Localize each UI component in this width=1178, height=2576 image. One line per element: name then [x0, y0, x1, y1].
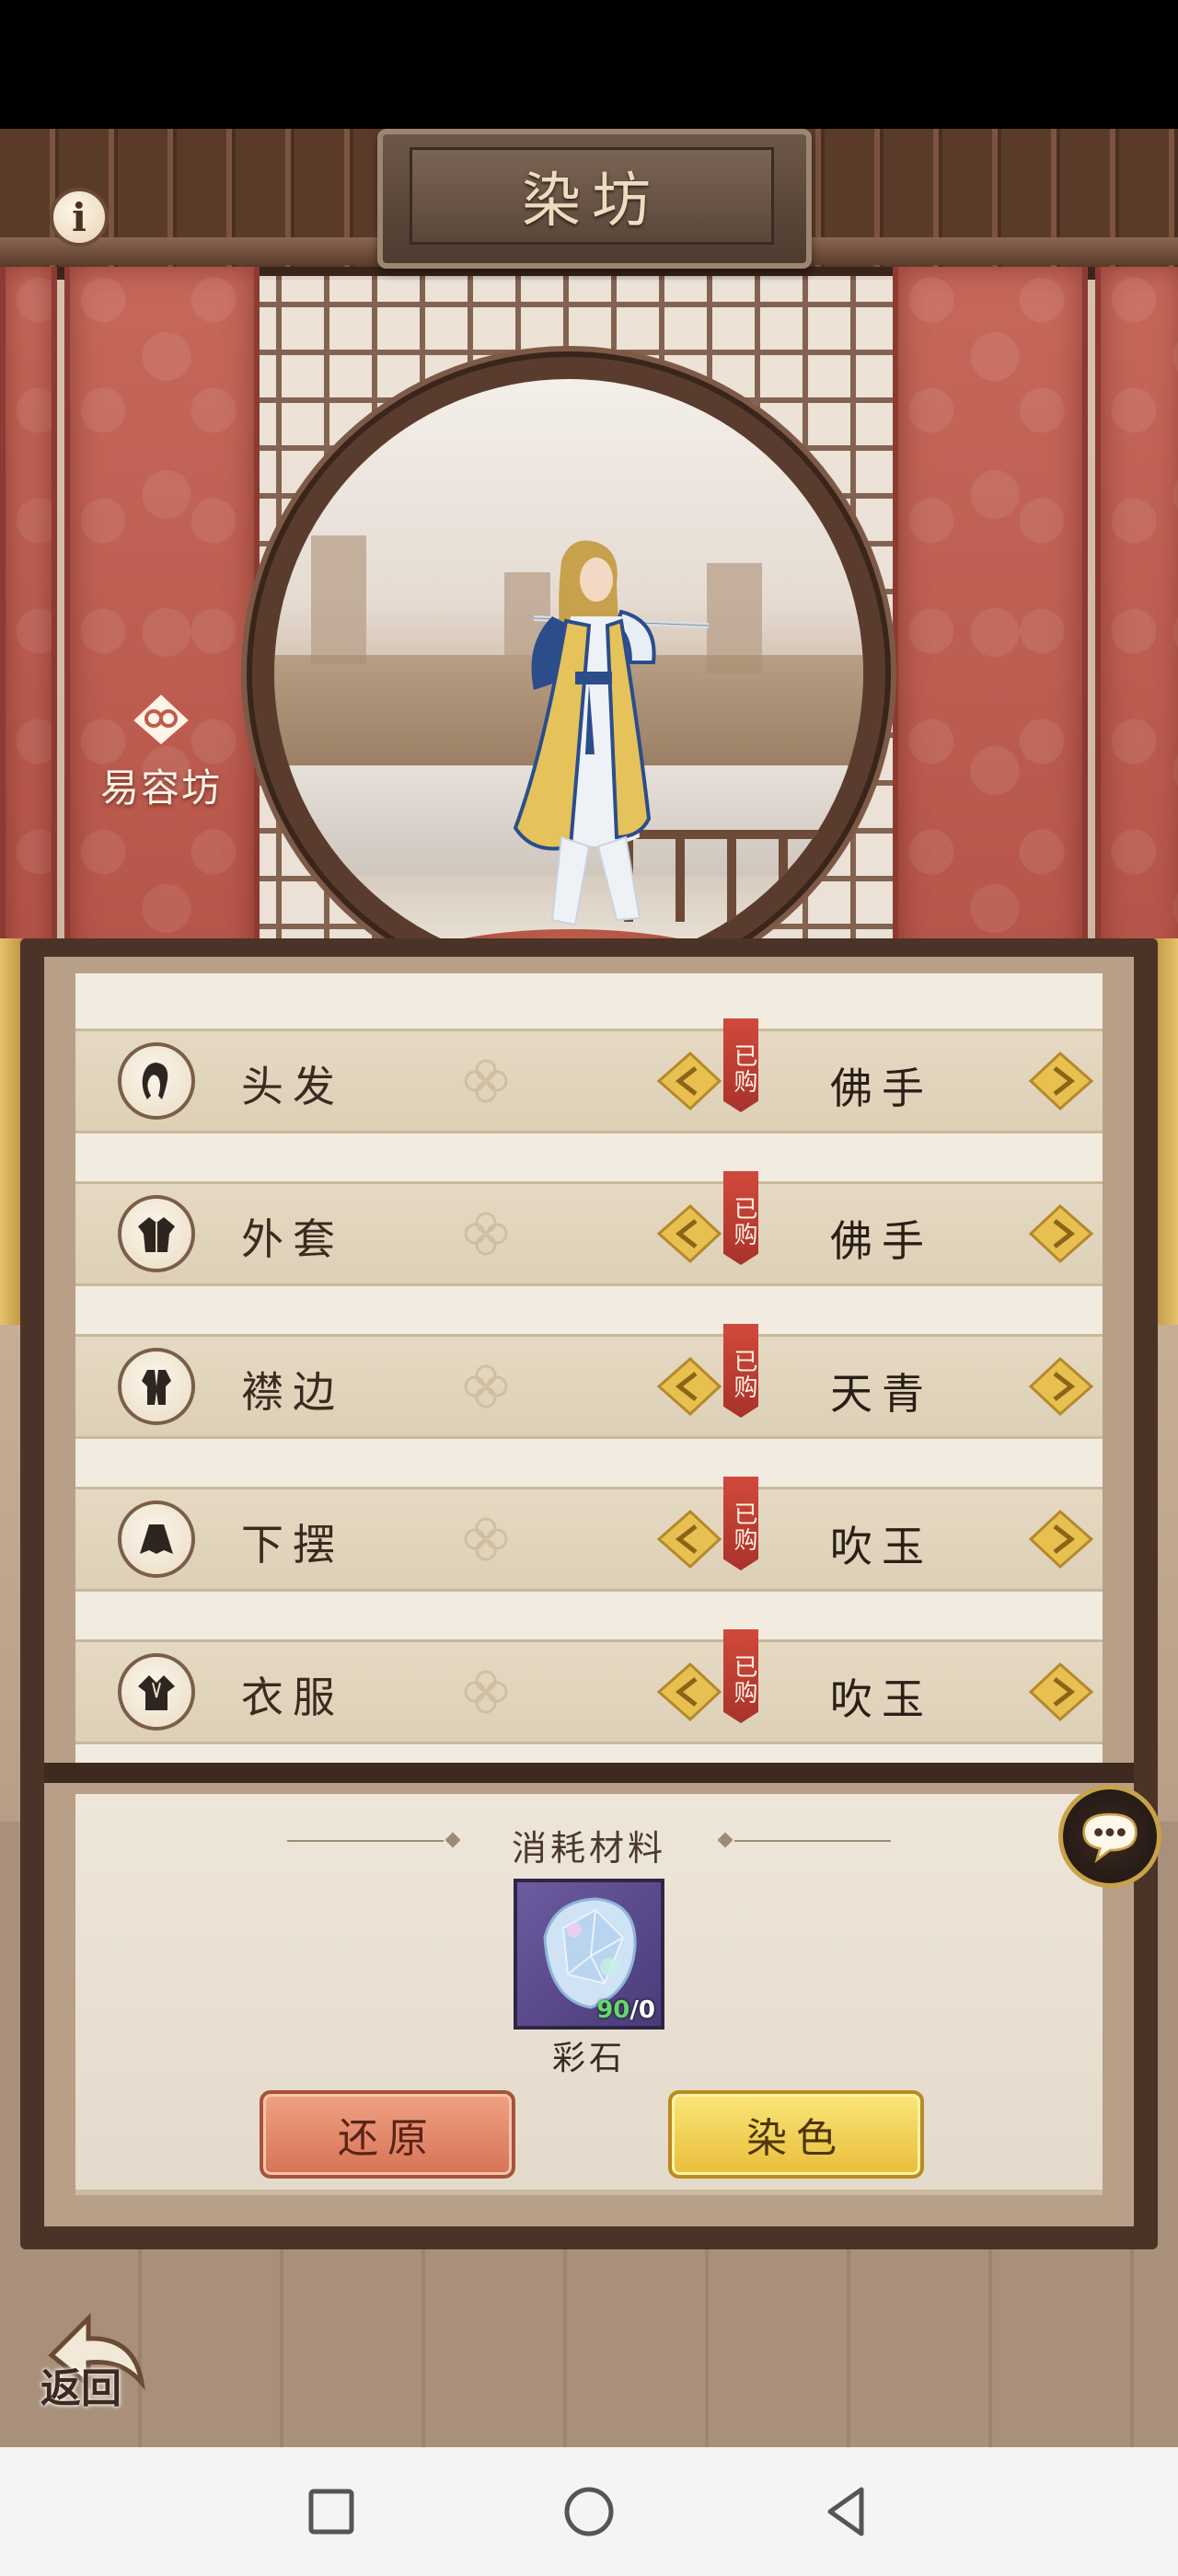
dye-option-row-collar: 襟边 已购 天青 [75, 1324, 1103, 1439]
prev-color-arrow-icon[interactable] [653, 1353, 723, 1420]
flower-ornament-icon [464, 1212, 508, 1256]
title-plaque-inner: 染坊 [410, 147, 774, 245]
purchased-tag: 已购 [723, 1324, 758, 1418]
decorative-line [734, 1840, 891, 1842]
dye-option-row-clothes: 衣服 已购 吹玉 [75, 1629, 1103, 1744]
hair-icon [142, 1063, 168, 1099]
slot-icon-button [118, 1653, 195, 1731]
back-button[interactable]: 返回 [33, 2300, 153, 2412]
hanging-banner [64, 267, 260, 1021]
prev-color-arrow-icon[interactable] [653, 1659, 723, 1725]
prev-color-arrow-icon[interactable] [653, 1506, 723, 1572]
info-icon: i [72, 194, 87, 240]
flower-ornament-icon [464, 1517, 508, 1561]
next-color-arrow-icon[interactable] [1027, 1048, 1097, 1114]
next-color-arrow-icon[interactable] [1027, 1506, 1097, 1572]
back-triangle-icon[interactable] [819, 2484, 874, 2539]
hanging-banner [893, 267, 1088, 1021]
material-name: 彩石 [551, 2040, 626, 2077]
next-color-arrow-icon[interactable] [1027, 1201, 1097, 1267]
dye-option-row-hem: 下摆 已购 吹玉 [75, 1477, 1103, 1592]
hem-icon [140, 1524, 173, 1554]
page-title: 染坊 [522, 167, 662, 236]
dye-option-row-coat: 外套 已购 佛手 [75, 1171, 1103, 1286]
color-name: 吹玉 [830, 1522, 933, 1571]
color-name: 佛手 [830, 1064, 933, 1113]
next-color-arrow-icon[interactable] [1027, 1353, 1097, 1420]
status-bar [0, 0, 1178, 129]
makeup-shop-label: 易容坊 [99, 765, 222, 811]
prev-color-arrow-icon[interactable] [653, 1048, 723, 1114]
info-button[interactable]: i [50, 188, 109, 247]
slot-label: 头发 [241, 1062, 344, 1111]
slot-label: 下摆 [241, 1520, 344, 1570]
purchased-tag: 已购 [723, 1018, 758, 1112]
materials-header: 消耗材料 [511, 1828, 666, 1869]
flower-ornament-icon [464, 1670, 508, 1714]
back-label: 返回 [40, 2365, 121, 2412]
home-circle-icon[interactable] [561, 2484, 617, 2539]
system-navigation-bar [0, 2447, 1178, 2576]
makeup-shop-button[interactable]: 易容坊 [83, 681, 239, 819]
chat-button[interactable] [1058, 1785, 1161, 1888]
color-name: 吹玉 [830, 1674, 933, 1724]
next-color-arrow-icon[interactable] [1027, 1659, 1097, 1725]
materials-panel: 消耗材料 90/0 彩石 还原 染色 [75, 1794, 1103, 2195]
slot-icon-button [118, 1348, 195, 1425]
slot-icon-button [118, 1042, 195, 1120]
mask-icon [129, 690, 193, 748]
slot-label: 外套 [241, 1214, 344, 1264]
hanging-banner [1095, 267, 1178, 994]
material-count: 90/0 [596, 1996, 655, 2024]
flower-ornament-icon [464, 1059, 508, 1103]
slot-label: 襟边 [241, 1367, 344, 1417]
material-slot-gem[interactable]: 90/0 [514, 1879, 664, 2030]
collar-icon [142, 1370, 171, 1405]
dye-option-row-hair: 头发 已购 佛手 [75, 1018, 1103, 1133]
flower-ornament-icon [464, 1364, 508, 1409]
purchased-tag: 已购 [723, 1477, 758, 1570]
hanging-banner [0, 267, 57, 994]
purchased-tag: 已购 [723, 1171, 758, 1265]
clothes-icon [138, 1675, 175, 1710]
dye-options-list[interactable]: 头发 已购 佛手 外套 已购 佛手 襟边 已购 天青 下摆 已购 吹玉 衣服 已… [75, 973, 1103, 1763]
color-name: 天青 [830, 1369, 933, 1419]
pagoda [311, 535, 366, 664]
slot-icon-button [118, 1195, 195, 1272]
panel-divider [44, 1763, 1134, 1783]
prev-color-arrow-icon[interactable] [653, 1201, 723, 1267]
slot-icon-button [118, 1501, 195, 1578]
recents-square-icon[interactable] [304, 2484, 359, 2539]
restore-button[interactable]: 还原 [260, 2090, 515, 2179]
dye-button[interactable]: 染色 [668, 2090, 924, 2179]
chat-bubble-icon [1082, 1812, 1138, 1864]
coat-icon [138, 1217, 175, 1252]
slot-label: 衣服 [241, 1673, 344, 1722]
color-name: 佛手 [830, 1216, 933, 1266]
purchased-tag: 已购 [723, 1629, 758, 1723]
